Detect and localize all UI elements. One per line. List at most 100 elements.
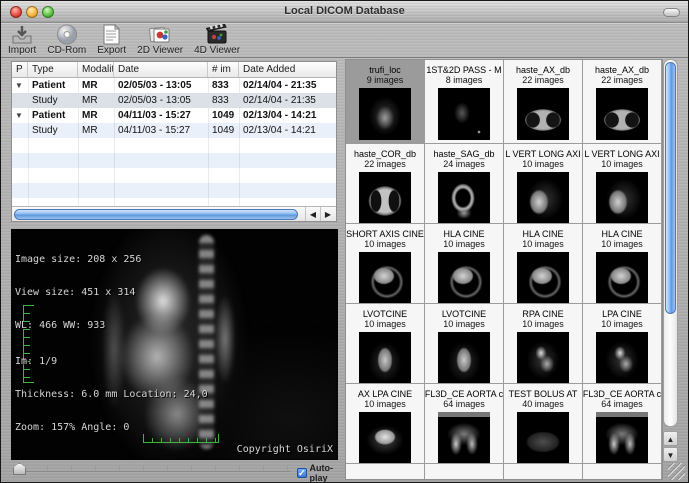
scroll-down-arrow[interactable]: ▼ [663,447,678,462]
export-button[interactable]: Export [97,24,126,56]
series-name: HLA CINE [443,229,484,239]
series-image-count: 22 images [601,75,643,85]
cdrom-label: CD-Rom [47,45,86,56]
series-thumbnail[interactable]: haste_AX_db 22 images [504,60,583,144]
autoplay-checkbox[interactable]: ✓ [297,468,307,478]
series-name: haste_SAG_db [433,149,494,159]
series-thumbnail[interactable]: FL3D_CE AORTA c 64 images [425,384,504,464]
column-header-date[interactable]: Date [114,62,208,77]
series-thumbnail[interactable]: RPA CINE 10 images [504,304,583,384]
scroll-up-arrow[interactable]: ▲ [663,431,678,446]
series-thumbnail[interactable]: TEST BOLUS AT 40 images [504,384,583,464]
series-thumbnail[interactable]: 1ST&2D PASS - M 8 images [425,60,504,144]
matrix-vertical-scrollbar[interactable] [663,59,678,427]
2d-viewer-icon [148,24,172,45]
frame-slider-track[interactable] [23,466,291,472]
column-header-p[interactable]: P [12,62,28,77]
row-date: 02/05/03 - 13:05 [114,95,208,106]
row-type: Patient [28,110,78,121]
series-name: FL3D_CE AORTA c [425,389,503,399]
series-thumbnail-image [359,88,411,140]
cdrom-button[interactable]: CD-Rom [47,24,86,56]
frame-slider-thumb[interactable] [13,463,26,475]
toolbar-toggle-button[interactable] [663,8,680,17]
window-resize-grip[interactable] [668,463,685,480]
overlay-thickness-location: Thickness: 6.0 mm Location: 24,0 [15,389,208,400]
title-bar[interactable]: Local DICOM Database [1,1,688,23]
series-thumbnail[interactable]: HLA CINE 10 images [425,224,504,304]
series-thumbnail[interactable]: HLA CINE 10 images [583,224,662,304]
series-name: haste_AX_db [516,65,570,75]
scroll-right-arrow[interactable]: ▶ [320,207,335,221]
table-row[interactable]: Study MR 02/05/03 - 13:05 833 02/14/04 -… [12,93,336,108]
2d-viewer-label: 2D Viewer [137,45,183,56]
column-header-type[interactable]: Type [28,62,78,77]
local-dicom-database-window: Local DICOM Database Import CD-Rom Expor… [0,0,689,483]
table-row[interactable]: ▼ Patient MR 02/05/03 - 13:05 833 02/14/… [12,78,336,93]
row-date-added: 02/13/04 - 14:21 [239,110,336,121]
series-thumbnail-image [359,332,411,383]
series-thumbnail[interactable]: SHORT AXIS CINE 10 images [346,224,425,304]
series-name: TEST BOLUS AT [509,389,578,399]
4d-viewer-button[interactable]: 4D Viewer [194,24,240,56]
table-row[interactable]: Study MR 04/11/03 - 15:27 1049 02/13/04 … [12,123,336,138]
series-thumbnail-image [517,332,569,383]
series-name: haste_AX_db [595,65,649,75]
series-name: L VERT LONG AXI [505,149,580,159]
image-preview[interactable]: Image size: 208 x 256 View size: 451 x 3… [11,229,338,460]
series-image-count: 64 images [601,399,643,409]
disclosure-triangle-icon[interactable]: ▼ [12,111,28,120]
series-thumbnail[interactable]: LVOTCINE 10 images [346,304,425,384]
series-name: haste_COR_db [354,149,416,159]
2d-viewer-button[interactable]: 2D Viewer [137,24,183,56]
series-thumbnail[interactable]: LPA CINE 10 images [583,304,662,384]
series-thumbnail[interactable]: haste_AX_db 22 images [583,60,662,144]
series-image-count: 10 images [364,319,406,329]
overlay-image-index: Im: 1/9 [15,356,208,367]
empty-cell [504,464,583,480]
column-header-modality[interactable]: Modality [78,62,114,77]
series-thumbnail[interactable]: haste_SAG_db 24 images [425,144,504,224]
column-header-num-images[interactable]: # im [208,62,239,77]
series-thumbnail[interactable]: haste_COR_db 22 images [346,144,425,224]
series-image-count: 64 images [443,399,485,409]
window-title: Local DICOM Database [1,5,688,17]
horizontal-scrollbar-thumb[interactable] [14,209,298,220]
series-thumbnail-image [596,252,648,303]
series-thumbnail[interactable]: AX LPA CINE 10 images [346,384,425,464]
disclosure-triangle-icon[interactable]: ▼ [12,81,28,90]
import-button[interactable]: Import [8,24,36,56]
4d-viewer-label: 4D Viewer [194,45,240,56]
row-date-added: 02/13/04 - 14:21 [239,125,336,136]
overlay-view-size: View size: 451 x 314 [15,287,141,298]
row-date: 02/05/03 - 13:05 [114,80,208,91]
series-thumbnail-image [596,88,648,140]
empty-cell [346,464,425,480]
series-thumbnail[interactable]: L VERT LONG AXI 10 images [583,144,662,224]
series-image-count: 10 images [364,239,406,249]
series-name: trufi_loc [369,65,401,75]
column-header-date-added[interactable]: Date Added [239,62,336,77]
autoplay-label: Auto-play [310,463,338,483]
series-thumbnail[interactable]: trufi_loc 9 images [346,60,425,144]
series-thumbnail-image [517,172,569,223]
series-image-count: 10 images [522,239,564,249]
series-thumbnail[interactable]: FL3D_CE AORTA c 64 images [583,384,662,464]
table-row[interactable]: ▼ Patient MR 04/11/03 - 15:27 1049 02/13… [12,108,336,123]
row-image-count: 1049 [208,125,239,136]
main-toolbar: Import CD-Rom Export 2D Viewer 4D Viewer [1,23,688,58]
series-name: LVOTCINE [442,309,486,319]
series-thumbnail-image [517,412,569,463]
vertical-scrollbar-thumb[interactable] [665,62,676,314]
series-thumbnail[interactable]: HLA CINE 10 images [504,224,583,304]
row-modality: MR [78,125,114,136]
series-thumbnail[interactable]: L VERT LONG AXI 10 images [504,144,583,224]
series-name: FL3D_CE AORTA c [583,389,661,399]
table-body: ▼ Patient MR 02/05/03 - 13:05 833 02/14/… [12,78,336,206]
series-thumbnail[interactable]: LVOTCINE 10 images [425,304,504,384]
scroll-left-arrow[interactable]: ◀ [305,207,320,221]
table-horizontal-scrollbar[interactable]: ◀ ▶ [12,206,336,221]
copyright-label: Copyright OsiriX [237,444,333,455]
cdrom-icon [56,24,78,45]
series-image-count: 22 images [522,75,564,85]
